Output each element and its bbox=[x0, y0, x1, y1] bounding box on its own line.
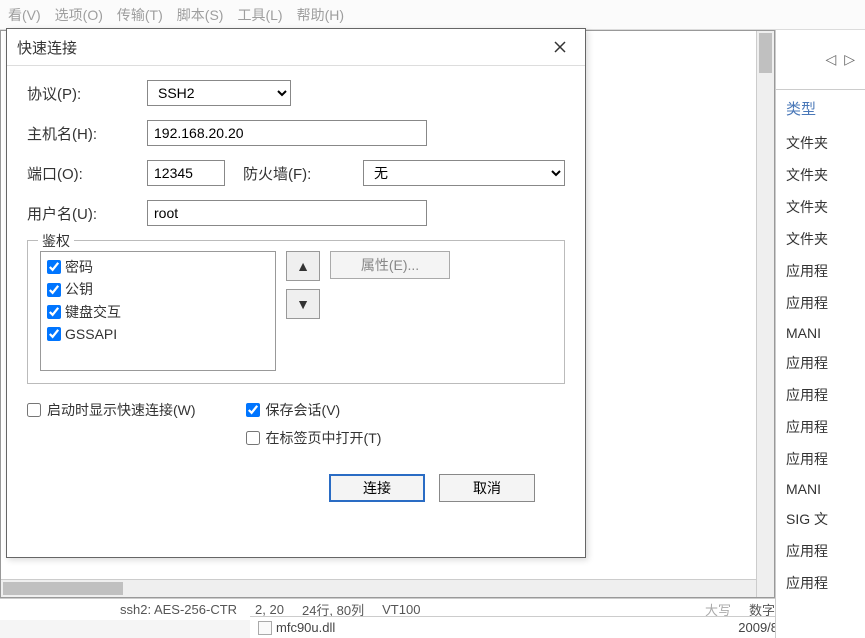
auth-fieldset: 鉴权 密码 公钥 键盘交互 GSSAPI ▲ ▼ 属性(E)... bbox=[27, 240, 565, 384]
menu-item[interactable]: 脚本(S) bbox=[177, 5, 224, 25]
close-icon bbox=[554, 41, 566, 53]
nav-right-icon[interactable]: ▷ bbox=[844, 51, 855, 68]
cancel-button[interactable]: 取消 bbox=[439, 474, 535, 502]
save-session-checkbox[interactable] bbox=[246, 403, 260, 417]
list-item[interactable]: 文件夹 bbox=[776, 223, 865, 255]
host-input[interactable] bbox=[147, 120, 427, 146]
auth-checkbox-publickey[interactable] bbox=[47, 283, 61, 297]
auth-checkbox-gssapi[interactable] bbox=[47, 327, 61, 341]
side-panel: ◁ ▷ 类型 文件夹 文件夹 文件夹 文件夹 应用程 应用程 MANI 应用程 … bbox=[775, 30, 865, 638]
startup-show-checkbox[interactable] bbox=[27, 403, 41, 417]
list-item[interactable]: 应用程 bbox=[776, 567, 865, 599]
connect-button[interactable]: 连接 bbox=[329, 474, 425, 502]
triangle-down-icon: ▼ bbox=[296, 296, 310, 312]
auth-legend: 鉴权 bbox=[38, 231, 74, 251]
firewall-label: 防火墙(F): bbox=[243, 163, 353, 184]
host-label: 主机名(H): bbox=[27, 123, 137, 144]
triangle-up-icon: ▲ bbox=[296, 258, 310, 274]
menu-item[interactable]: 帮助(H) bbox=[297, 5, 344, 25]
file-name: mfc90u.dll bbox=[276, 620, 335, 635]
list-item[interactable]: 应用程 bbox=[776, 411, 865, 443]
quick-connect-dialog: 快速连接 协议(P): SSH2 主机名(H): 端口(O): 防火墙(F): … bbox=[6, 28, 586, 558]
bg-menubar: 看(V) 选项(O) 传输(T) 脚本(S) 工具(L) 帮助(H) bbox=[0, 0, 865, 30]
username-input[interactable] bbox=[147, 200, 427, 226]
properties-button[interactable]: 属性(E)... bbox=[330, 251, 450, 279]
status-pos: 2, 20 bbox=[255, 602, 284, 617]
status-term: VT100 bbox=[382, 602, 420, 617]
port-input[interactable] bbox=[147, 160, 225, 186]
user-label: 用户名(U): bbox=[27, 203, 137, 224]
auth-listbox[interactable]: 密码 公钥 键盘交互 GSSAPI bbox=[40, 251, 276, 371]
open-in-tab-option: 在标签页中打开(T) bbox=[246, 428, 382, 448]
open-in-tab-checkbox[interactable] bbox=[246, 431, 260, 445]
protocol-label: 协议(P): bbox=[27, 83, 137, 104]
list-item[interactable]: 应用程 bbox=[776, 347, 865, 379]
menu-item[interactable]: 传输(T) bbox=[117, 5, 163, 25]
list-item[interactable]: 应用程 bbox=[776, 255, 865, 287]
column-header[interactable]: 类型 bbox=[776, 90, 865, 127]
status-cipher: ssh2: AES-256-CTR bbox=[120, 602, 237, 617]
auth-checkbox-keyboard[interactable] bbox=[47, 305, 61, 319]
scroll-thumb[interactable] bbox=[759, 33, 772, 73]
list-item[interactable]: 应用程 bbox=[776, 535, 865, 567]
menu-item[interactable]: 工具(L) bbox=[237, 5, 282, 25]
menu-item[interactable]: 看(V) bbox=[8, 5, 41, 25]
list-item[interactable]: 文件夹 bbox=[776, 191, 865, 223]
list-item[interactable]: 文件夹 bbox=[776, 127, 865, 159]
firewall-select[interactable]: 无 bbox=[363, 160, 565, 186]
move-down-button[interactable]: ▼ bbox=[286, 289, 320, 319]
protocol-select[interactable]: SSH2 bbox=[147, 80, 291, 106]
nav-left-icon[interactable]: ◁ bbox=[825, 51, 836, 68]
port-label: 端口(O): bbox=[27, 163, 137, 184]
file-icon bbox=[258, 621, 272, 635]
file-list-row[interactable]: mfc90u.dll 2009/8/7 12:50 bbox=[250, 616, 865, 638]
side-header: ◁ ▷ bbox=[776, 30, 865, 90]
vertical-scrollbar[interactable] bbox=[756, 31, 774, 597]
list-item[interactable]: 文件夹 bbox=[776, 159, 865, 191]
dialog-title-text: 快速连接 bbox=[17, 37, 77, 58]
auth-option: 密码 bbox=[47, 256, 269, 278]
auth-option: GSSAPI bbox=[47, 323, 269, 345]
dialog-titlebar[interactable]: 快速连接 bbox=[7, 29, 585, 66]
list-item[interactable]: 应用程 bbox=[776, 443, 865, 475]
list-item[interactable]: MANI bbox=[776, 475, 865, 503]
list-item[interactable]: 应用程 bbox=[776, 379, 865, 411]
auth-option: 公钥 bbox=[47, 278, 269, 300]
close-button[interactable] bbox=[545, 35, 575, 59]
list-item[interactable]: 应用程 bbox=[776, 287, 865, 319]
startup-show-option: 启动时显示快速连接(W) bbox=[27, 400, 196, 420]
list-item[interactable]: SIG 文 bbox=[776, 503, 865, 535]
list-item[interactable]: MANI bbox=[776, 319, 865, 347]
menu-item[interactable]: 选项(O) bbox=[55, 5, 103, 25]
move-up-button[interactable]: ▲ bbox=[286, 251, 320, 281]
save-session-option: 保存会话(V) bbox=[246, 400, 382, 420]
horizontal-scrollbar[interactable] bbox=[1, 579, 756, 597]
auth-checkbox-password[interactable] bbox=[47, 260, 61, 274]
auth-option: 键盘交互 bbox=[47, 301, 269, 323]
scroll-thumb[interactable] bbox=[3, 582, 123, 595]
